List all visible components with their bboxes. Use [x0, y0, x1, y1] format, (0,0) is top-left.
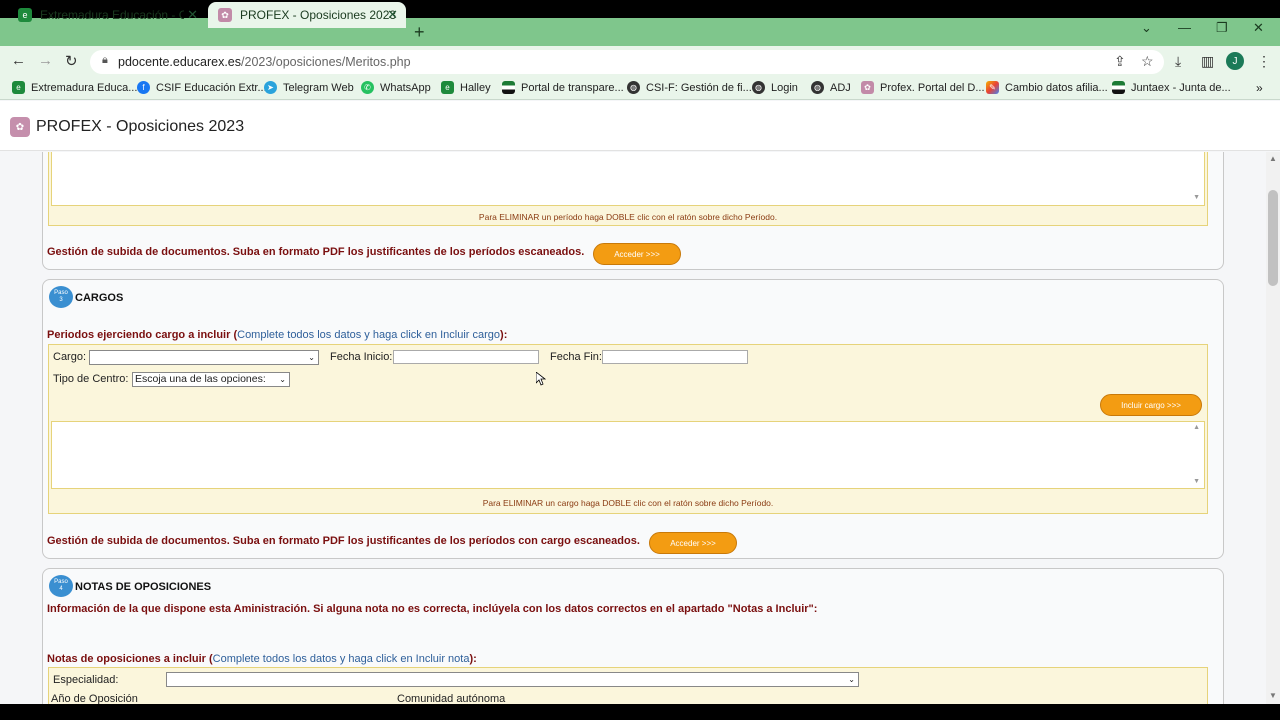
- acceder-button[interactable]: Acceder >>>: [593, 243, 681, 265]
- chevron-down-icon: ⌄: [308, 353, 315, 362]
- side-panel-icon[interactable]: ▥: [1201, 53, 1214, 70]
- upload-documents-text: Gestión de subida de documentos. Suba en…: [47, 246, 585, 258]
- reload-icon[interactable]: ↻: [65, 52, 78, 70]
- cargos-list[interactable]: ▲ ▼: [51, 421, 1205, 489]
- lock-icon[interactable]: 🔒︎: [102, 54, 108, 67]
- url-text[interactable]: pdocente.educarex.es/2023/oposiciones/Me…: [118, 55, 411, 69]
- bookmark-halley[interactable]: e Halley: [441, 81, 491, 94]
- bookmark-juntaex[interactable]: Juntaex - Junta de...: [1112, 81, 1231, 94]
- letterbox-bottom: [0, 704, 1280, 720]
- back-arrow-icon[interactable]: ←: [11, 52, 26, 69]
- bookmark-cambio-datos[interactable]: ✎ Cambio datos afilia...: [986, 81, 1108, 94]
- bookmark-login[interactable]: ◍ Login: [752, 81, 798, 94]
- chevron-down-icon: ⌄: [279, 375, 286, 384]
- maximize-icon[interactable]: ❐: [1216, 20, 1228, 36]
- section-notas-card: Paso 4 NOTAS DE OPOSICIONES Información d…: [42, 568, 1224, 704]
- extremadura-flag-icon: [502, 81, 515, 94]
- educarex-favicon-icon: e: [441, 81, 454, 94]
- upload-cargos-text: Gestión de subida de documentos. Suba en…: [47, 535, 640, 547]
- bookmark-adj[interactable]: ◍ ADJ: [811, 81, 851, 94]
- section-cargos-card: Paso 3 CARGOS Periodos ejerciendo cargo a…: [42, 279, 1224, 559]
- app-title: PROFEX - Oposiciones 2023: [36, 118, 245, 135]
- acceder-cargos-button[interactable]: Acceder >>>: [649, 532, 737, 554]
- more-bookmarks-icon[interactable]: »: [1256, 81, 1263, 95]
- notas-intro: Notas de oposiciones a incluir (Complete…: [47, 653, 477, 665]
- tab-title: PROFEX - Oposiciones 2023: [240, 8, 396, 22]
- tipo-centro-label: Tipo de Centro:: [53, 373, 129, 385]
- profile-avatar[interactable]: J: [1226, 52, 1244, 70]
- chevron-down-icon: ⌄: [848, 675, 855, 684]
- bookmark-profex-portal[interactable]: ✿ Profex. Portal del D...: [861, 81, 985, 94]
- tab-close-icon[interactable]: ✕: [387, 7, 398, 23]
- scroll-down-icon[interactable]: ▼: [1193, 478, 1200, 485]
- scrollbar-thumb[interactable]: [1268, 190, 1278, 286]
- especialidad-select[interactable]: ⌄: [166, 672, 859, 687]
- delete-period-hint: Para ELIMINAR un período haga DOBLE clic…: [478, 212, 778, 222]
- incluir-cargo-button[interactable]: Incluir cargo >>>: [1100, 394, 1202, 416]
- globe-icon: ◍: [752, 81, 765, 94]
- globe-icon: ◍: [627, 81, 640, 94]
- page-content: ▼ Para ELIMINAR un período haga DOBLE cl…: [0, 152, 1266, 704]
- extremadura-flag-icon: [1112, 81, 1125, 94]
- tipo-centro-select[interactable]: Escoja una de las opciones: ⌄: [132, 372, 290, 387]
- notas-info-text: Información de la que dispone esta Amini…: [47, 603, 818, 615]
- fecha-inicio-label: Fecha Inicio:: [330, 351, 393, 363]
- new-tab-button[interactable]: +: [414, 22, 425, 43]
- periodos-list-box: ▼ Para ELIMINAR un período haga DOBLE cl…: [48, 152, 1208, 226]
- pencil-colorful-icon: ✎: [986, 81, 999, 94]
- tab-profex[interactable]: ✿ PROFEX - Oposiciones 2023 ✕: [208, 2, 406, 28]
- especialidad-label: Especialidad:: [53, 674, 119, 686]
- section-periodos-card: ▼ Para ELIMINAR un período haga DOBLE cl…: [42, 152, 1224, 270]
- bookmark-telegram[interactable]: ➤ Telegram Web: [264, 81, 354, 94]
- screen: e Extremadura Educación - CONVO ✕ ✿ PROF…: [0, 0, 1280, 720]
- periodos-list[interactable]: ▼: [51, 152, 1205, 206]
- profex-favicon-icon: ✿: [861, 81, 874, 94]
- section-title: NOTAS DE OPOSICIONES: [75, 581, 212, 593]
- cargo-label: Cargo:: [53, 351, 87, 363]
- bookmark-extremadura-educa[interactable]: e Extremadura Educa...: [12, 81, 137, 94]
- bookmark-portal-transparencia[interactable]: Portal de transpare...: [502, 81, 624, 94]
- window-close-icon[interactable]: ✕: [1253, 20, 1264, 36]
- telegram-icon: ➤: [264, 81, 277, 94]
- tab-extremadura-educacion[interactable]: e Extremadura Educación - CONVO ✕: [8, 2, 206, 28]
- facebook-icon: f: [137, 81, 150, 94]
- comunidad-autonoma-label: Comunidad autónoma: [397, 693, 506, 704]
- tab-search-icon[interactable]: ⌄: [1141, 20, 1152, 36]
- step-3-badge-icon: Paso 3: [49, 286, 73, 308]
- cargo-form-box: Cargo: ⌄ Fecha Inicio: Fecha Fin: Tipo d…: [48, 344, 1208, 514]
- profex-logo-icon: ✿: [10, 117, 30, 137]
- bookmark-csif-gestion[interactable]: ◍ CSI-F: Gestión de fi...: [627, 81, 752, 94]
- profex-favicon-icon: ✿: [218, 8, 232, 22]
- anio-oposicion-label: Año de Oposición: [51, 693, 138, 704]
- bookmark-whatsapp[interactable]: ✆ WhatsApp: [361, 81, 431, 94]
- whatsapp-icon: ✆: [361, 81, 374, 94]
- globe-icon: ◍: [811, 81, 824, 94]
- cargo-select[interactable]: ⌄: [89, 350, 319, 365]
- fecha-fin-input[interactable]: [602, 350, 748, 364]
- bookmark-csif[interactable]: f CSIF Educación Extr...: [137, 81, 267, 94]
- scroll-up-icon[interactable]: ▲: [1269, 154, 1277, 163]
- delete-cargo-hint: Para ELIMINAR un cargo haga DOBLE clic c…: [482, 498, 774, 508]
- tab-title: Extremadura Educación - CONVO: [40, 8, 184, 22]
- scroll-down-icon[interactable]: ▼: [1193, 194, 1200, 201]
- scroll-down-icon[interactable]: ▼: [1269, 691, 1277, 700]
- minimize-icon[interactable]: —: [1178, 20, 1191, 35]
- educarex-favicon-icon: e: [18, 8, 32, 22]
- educarex-favicon-icon: e: [12, 81, 25, 94]
- scroll-up-icon[interactable]: ▲: [1193, 424, 1200, 431]
- fecha-fin-label: Fecha Fin:: [550, 351, 602, 363]
- bookmark-star-icon[interactable]: ☆: [1141, 53, 1154, 70]
- section-title: CARGOS: [75, 292, 124, 304]
- cargos-intro: Periodos ejerciendo cargo a incluir (Com…: [47, 329, 508, 341]
- forward-arrow-icon[interactable]: →: [38, 52, 53, 69]
- step-4-badge-icon: Paso 4: [49, 575, 73, 597]
- mouse-cursor-icon: [536, 372, 546, 386]
- browser-menu-icon[interactable]: ⋮: [1257, 53, 1271, 70]
- share-icon[interactable]: ⇪: [1114, 53, 1126, 70]
- notas-form-box: Especialidad: ⌄ Año de Oposición Comunid…: [48, 667, 1208, 704]
- download-icon[interactable]: ⤓: [1175, 53, 1181, 70]
- tab-close-icon[interactable]: ✕: [187, 7, 198, 23]
- fecha-inicio-input[interactable]: [393, 350, 539, 364]
